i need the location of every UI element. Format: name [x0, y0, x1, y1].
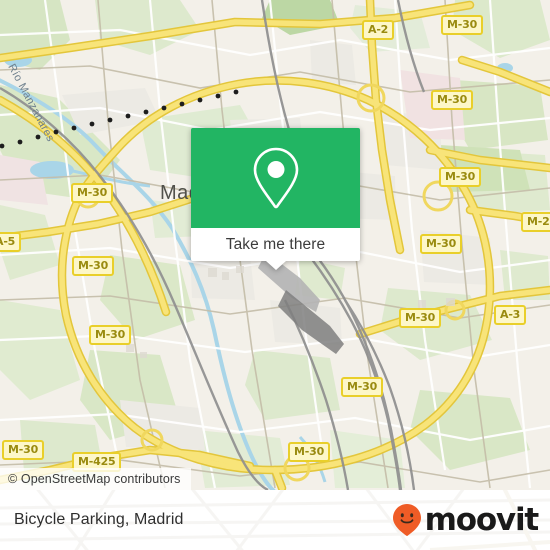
road-shield: A-5 [0, 232, 22, 252]
road-shield: M-30 [441, 15, 484, 35]
road-shield: M-30 [72, 256, 115, 276]
destination-callout-card[interactable]: Take me there [191, 128, 360, 270]
moovit-smiley-pin-icon [392, 504, 421, 536]
road-shield: M-30 [89, 325, 132, 345]
road-shield: A-3 [494, 305, 527, 325]
footer-bar: Bicycle Parking, Madrid moovit [0, 490, 550, 550]
road-shield: M-30 [341, 377, 384, 397]
road-shield: M-30 [431, 90, 474, 110]
road-shield: M-2 [521, 212, 550, 232]
osm-attribution[interactable]: © OpenStreetMap contributors [0, 468, 191, 490]
moovit-map-screenshot: A-2 M-30 M-30 M-30 M-30 A-5 M-30 M-2 M-30 A-3 M-30… [0, 0, 550, 550]
road-shield: M-30 [71, 183, 114, 203]
moovit-wordmark: moovit [424, 501, 540, 538]
road-shield: M-30 [399, 308, 442, 328]
road-shield: M-30 [420, 234, 463, 254]
page-title: Bicycle Parking, Madrid [14, 511, 184, 528]
moovit-brand[interactable]: moovit [390, 501, 540, 538]
callout-tail-pointer [265, 261, 286, 270]
attribution-text: © OpenStreetMap contributors [8, 472, 181, 486]
map-viewport[interactable]: A-2 M-30 M-30 M-30 M-30 A-5 M-30 M-2 M-30 A-3 M-30… [0, 0, 550, 490]
road-shield: M-30 [2, 440, 45, 460]
road-shield: M-30 [288, 442, 331, 462]
road-shield: M-30 [439, 167, 482, 187]
road-shield: A-2 [362, 20, 395, 40]
map-pin-icon [253, 147, 298, 209]
callout-icon-panel [191, 128, 360, 228]
callout-action-panel[interactable]: Take me there [191, 228, 360, 270]
take-me-there-label: Take me there [225, 235, 326, 253]
